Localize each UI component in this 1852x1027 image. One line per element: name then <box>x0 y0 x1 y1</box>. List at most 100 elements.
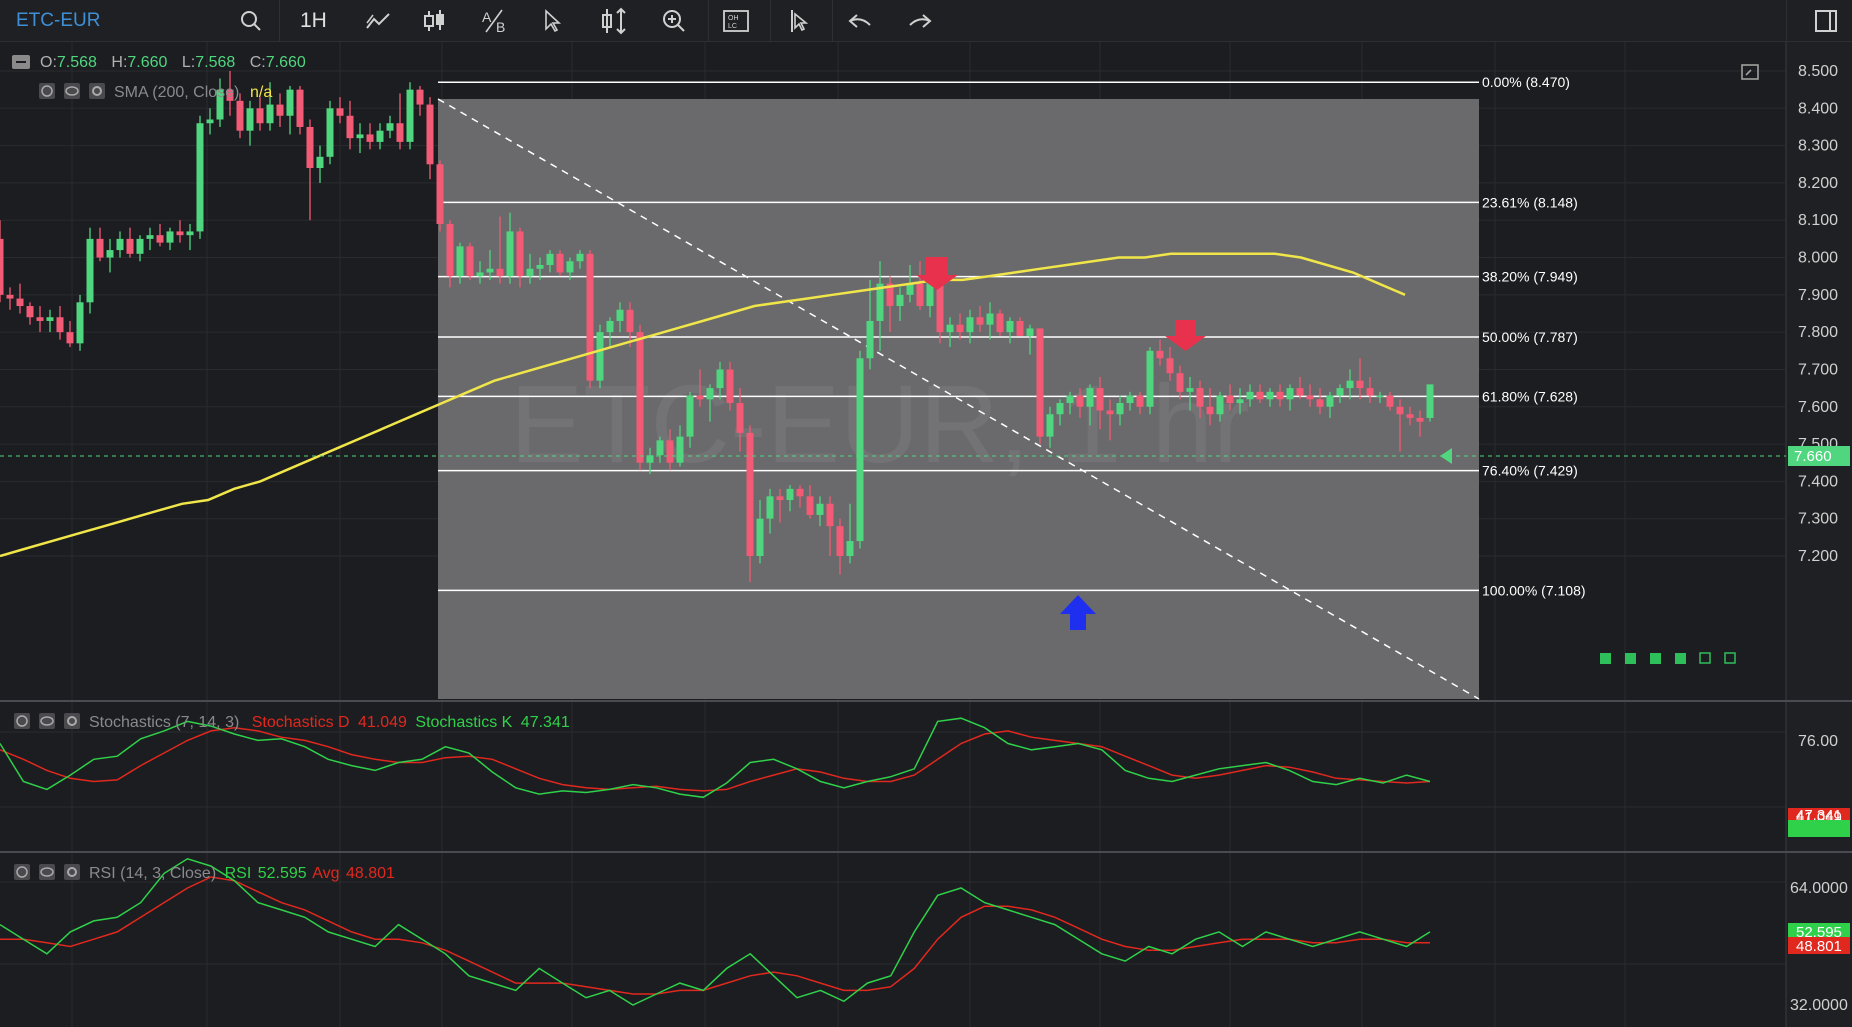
candle-body <box>1386 395 1394 407</box>
candle-body <box>416 89 424 105</box>
candle-body <box>16 298 24 307</box>
candle-body <box>1206 406 1214 415</box>
candle-body <box>476 272 484 277</box>
candle-body <box>596 332 604 381</box>
redo-icon[interactable] <box>900 0 940 41</box>
candle-body <box>436 164 444 224</box>
candle-body <box>1176 373 1184 392</box>
scale-icon[interactable] <box>594 0 634 41</box>
cursor-icon[interactable] <box>534 0 570 41</box>
candle-body <box>766 496 774 519</box>
price-tick: 7.200 <box>1798 548 1838 565</box>
candle-body <box>346 115 354 139</box>
candle-body <box>296 89 304 127</box>
candle-body <box>66 332 74 344</box>
candlestick-icon[interactable] <box>414 0 454 41</box>
candle-body <box>846 541 854 556</box>
ohlc-icon[interactable]: OH LC <box>716 0 756 41</box>
candle-body <box>1006 320 1014 333</box>
price-tick: 8.500 <box>1798 63 1838 80</box>
candle-body <box>1026 328 1034 336</box>
candle-body <box>96 238 104 258</box>
candle-body <box>916 283 924 307</box>
candle-body <box>676 436 684 463</box>
candle-body <box>716 369 724 389</box>
candle-body <box>586 253 594 381</box>
candle-body <box>1056 403 1064 415</box>
candle-body <box>986 313 994 325</box>
candle-body <box>86 238 94 303</box>
search-icon[interactable] <box>238 8 264 39</box>
candle-body <box>1246 391 1254 400</box>
zoom-icon[interactable] <box>654 0 694 41</box>
candle-body <box>156 235 164 243</box>
candle-body <box>826 503 834 527</box>
candle-body <box>336 108 344 116</box>
candle-body <box>366 134 374 142</box>
crosshair-icon[interactable] <box>778 0 818 41</box>
candle-body <box>1226 395 1234 404</box>
candle-body <box>146 235 154 239</box>
candle-body <box>386 123 394 131</box>
window-icon[interactable] <box>1808 0 1844 41</box>
candle-body <box>266 104 274 124</box>
settings-icon[interactable] <box>64 864 80 880</box>
svg-text:A: A <box>482 9 492 25</box>
candle-body <box>776 496 784 501</box>
current-price-label: 7.660 <box>1794 448 1832 465</box>
candle-body <box>1096 388 1104 411</box>
fib-level-label: 0.00% (8.470) <box>1482 74 1570 90</box>
price-tick: 7.300 <box>1798 511 1838 528</box>
candle-body <box>726 369 734 404</box>
candle-body <box>1066 395 1074 404</box>
svg-text:LC: LC <box>728 23 737 30</box>
compare-icon[interactable]: AB <box>474 0 514 41</box>
candle-body <box>706 388 714 400</box>
candle-body <box>106 250 114 258</box>
candle-body <box>856 358 864 542</box>
candle-body <box>536 265 544 269</box>
price-tick: 7.800 <box>1798 324 1838 341</box>
candle-body <box>1376 395 1384 398</box>
candle-body <box>126 238 134 254</box>
price-tick: 7.600 <box>1798 399 1838 416</box>
candle-body <box>426 104 434 165</box>
candle-body <box>1256 391 1264 400</box>
sma-legend[interactable]: SMA (200, Close) n/a <box>39 83 272 101</box>
candle-body <box>496 268 504 277</box>
candle-body <box>6 294 14 299</box>
candle-body <box>276 104 284 116</box>
candle-body <box>746 432 754 556</box>
candle-body <box>1086 388 1094 407</box>
candle-body <box>996 313 1004 333</box>
undo-icon[interactable] <box>840 0 880 41</box>
candle-body <box>616 309 624 321</box>
candle-body <box>46 317 54 321</box>
settings-icon[interactable] <box>89 83 105 99</box>
fib-level-label: 23.61% (8.148) <box>1482 194 1578 210</box>
candle-body <box>806 496 814 515</box>
candle-body <box>176 231 184 236</box>
candle-body <box>246 108 254 131</box>
settings-icon[interactable] <box>64 713 80 729</box>
symbol-input[interactable]: ETC-EUR <box>16 10 100 32</box>
interval-button[interactable]: 1H <box>300 9 327 33</box>
price-tick: 7.900 <box>1798 287 1838 304</box>
candle-body <box>1216 395 1224 415</box>
symbol-search-box[interactable]: ETC-EUR <box>0 0 280 41</box>
price-tick: 8.300 <box>1798 138 1838 155</box>
rsi-tick: 32.0000 <box>1790 997 1848 1014</box>
candle-body <box>36 317 44 321</box>
trendline-icon[interactable] <box>358 0 398 41</box>
candle-body <box>1166 358 1174 374</box>
candle-body <box>376 130 384 142</box>
svg-text:B: B <box>496 19 505 34</box>
candle-body <box>1406 414 1414 418</box>
fib-level-label: 100.00% (7.108) <box>1482 582 1586 598</box>
fib-level-label: 38.20% (7.949) <box>1482 269 1578 285</box>
candle-body <box>836 526 844 556</box>
chart-area[interactable]: ETC-EUR, 1 hr 0.00% (8.470) 23.61% (8.148… <box>0 42 1852 1027</box>
candle-body <box>316 156 324 168</box>
candle-body <box>306 126 314 168</box>
price-tick: 8.100 <box>1798 212 1838 229</box>
